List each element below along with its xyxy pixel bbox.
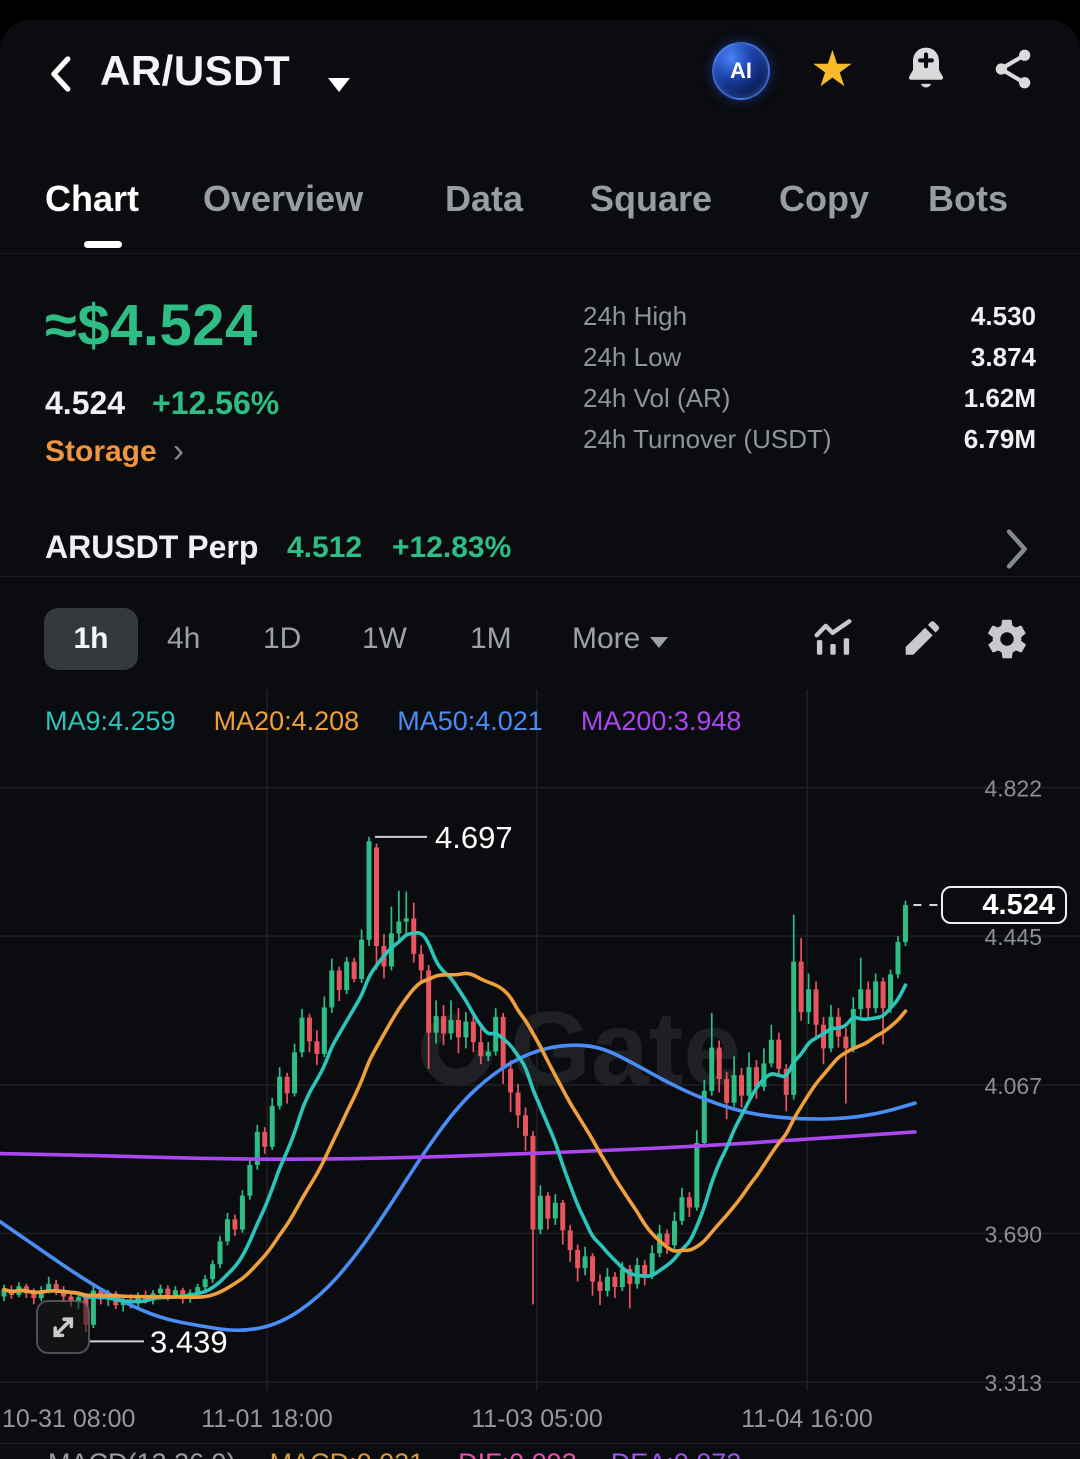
fullscreen-expand-button[interactable] (36, 1300, 90, 1354)
svg-text:11-04 16:00: 11-04 16:00 (741, 1405, 873, 1433)
last-price-tag-value: 4.524 (982, 888, 1055, 921)
more-label: More (572, 622, 641, 655)
svg-text:10-31 08:00: 10-31 08:00 (2, 1405, 135, 1433)
dif-value: DIF:0.093 (458, 1448, 577, 1459)
svg-text:3.439: 3.439 (150, 1324, 228, 1359)
sector-label: Storage (45, 434, 157, 468)
perp-row[interactable]: ARUSDT Perp 4.512 +12.83% (0, 505, 1080, 595)
timeframe-1h[interactable]: 1h (44, 608, 138, 670)
perp-divider (0, 576, 1080, 577)
stat-row-vol: 24h Vol (AR) 1.62M (583, 378, 1036, 419)
ma-indicator-row: MA9:4.259 MA20:4.208 MA50:4.021 MA200:3.… (45, 706, 741, 737)
perp-name: ARUSDT Perp (45, 529, 259, 565)
stat-row-low: 24h Low 3.874 (583, 337, 1036, 378)
stat-value: 6.79M (963, 424, 1036, 454)
perp-change-percent: +12.83% (392, 531, 512, 564)
tab-copy[interactable]: Copy (779, 178, 869, 220)
svg-text:4.822: 4.822 (984, 776, 1042, 802)
back-button[interactable] (42, 52, 86, 96)
tab-square[interactable]: Square (590, 178, 712, 220)
settings-gear-icon[interactable] (984, 616, 1030, 667)
stat-label: 24h Low (583, 342, 682, 372)
share-icon[interactable] (988, 44, 1038, 99)
timeframe-1d[interactable]: 1D (263, 622, 301, 656)
macd-value: MACD:0.021 (270, 1448, 425, 1459)
ma50-label: MA50:4.021 (397, 706, 543, 736)
indicators-icon[interactable] (810, 616, 856, 667)
svg-text:4.697: 4.697 (435, 820, 513, 855)
svg-text:3.313: 3.313 (984, 1370, 1042, 1396)
timeframe-4h[interactable]: 4h (167, 622, 200, 656)
stat-value: 3.874 (970, 342, 1036, 372)
dea-value: DEA:0.072 (611, 1448, 742, 1459)
chart-area[interactable]: Gate 4.822 4.445 4.067 3.690 3.313 4.697 3.439… (0, 690, 1080, 1443)
tab-data[interactable]: Data (445, 178, 523, 220)
chevron-down-icon (650, 637, 669, 648)
perp-price: 4.512 (287, 531, 363, 564)
svg-text:11-01 18:00: 11-01 18:00 (201, 1405, 333, 1433)
price-alert-bell-icon[interactable] (900, 42, 952, 99)
ai-badge-label: AI (730, 58, 752, 83)
macd-indicator-row: MACD(12,26,9) MACD:0.021 DIF:0.093 DEA:0… (48, 1448, 741, 1459)
approx-price: ≈$4.524 (45, 293, 258, 358)
svg-text:11-03 05:00: 11-03 05:00 (471, 1405, 603, 1433)
svg-text:3.690: 3.690 (984, 1221, 1042, 1247)
chevron-right-icon: › (172, 432, 185, 470)
stat-label: 24h Turnover (USDT) (583, 424, 832, 454)
ai-button[interactable]: AI (712, 42, 770, 100)
tab-chart[interactable]: Chart (45, 178, 139, 220)
ma200-label: MA200:3.948 (580, 706, 742, 736)
pair-dropdown-icon[interactable] (328, 78, 350, 92)
last-price-tag: 4.524 (941, 886, 1067, 924)
stats-panel: 24h High 4.530 24h Low 3.874 24h Vol (AR… (583, 296, 1036, 460)
tabs-divider (0, 253, 1080, 254)
timeframe-more[interactable]: More (572, 622, 669, 656)
change-percent: +12.56% (152, 385, 280, 421)
last-price: 4.524 (45, 385, 126, 421)
stat-label: 24h High (583, 301, 688, 331)
pair-title[interactable]: AR/USDT (100, 47, 290, 95)
stat-value: 1.62M (963, 383, 1036, 413)
draw-pencil-icon[interactable] (898, 616, 944, 667)
stat-row-high: 24h High 4.530 (583, 296, 1036, 337)
stat-label: 24h Vol (AR) (583, 383, 731, 413)
macd-divider (0, 1443, 1080, 1444)
price-chart-svg[interactable]: 4.822 4.445 4.067 3.690 3.313 4.697 3.439 10-31… (0, 690, 1080, 1443)
stat-row-turnover: 24h Turnover (USDT) 6.79M (583, 419, 1036, 460)
timeframe-1m[interactable]: 1M (470, 622, 512, 656)
svg-text:4.445: 4.445 (984, 924, 1042, 950)
active-tab-underline (84, 241, 122, 248)
macd-params: MACD(12,26,9) (48, 1448, 236, 1459)
tab-overview[interactable]: Overview (203, 178, 363, 220)
tab-bots[interactable]: Bots (928, 178, 1008, 220)
sector-link[interactable]: Storage › (45, 432, 184, 471)
svg-text:4.067: 4.067 (984, 1073, 1042, 1099)
stat-value: 4.530 (970, 301, 1036, 331)
ma9-label: MA9:4.259 (45, 706, 176, 736)
timeframe-1w[interactable]: 1W (362, 622, 407, 656)
ma20-label: MA20:4.208 (213, 706, 360, 736)
favorite-star-icon[interactable]: ★ (810, 42, 855, 96)
app-root: AR/USDT AI ★ Chart Overview Data Square … (0, 0, 1080, 1459)
back-chevron-icon (42, 56, 82, 100)
